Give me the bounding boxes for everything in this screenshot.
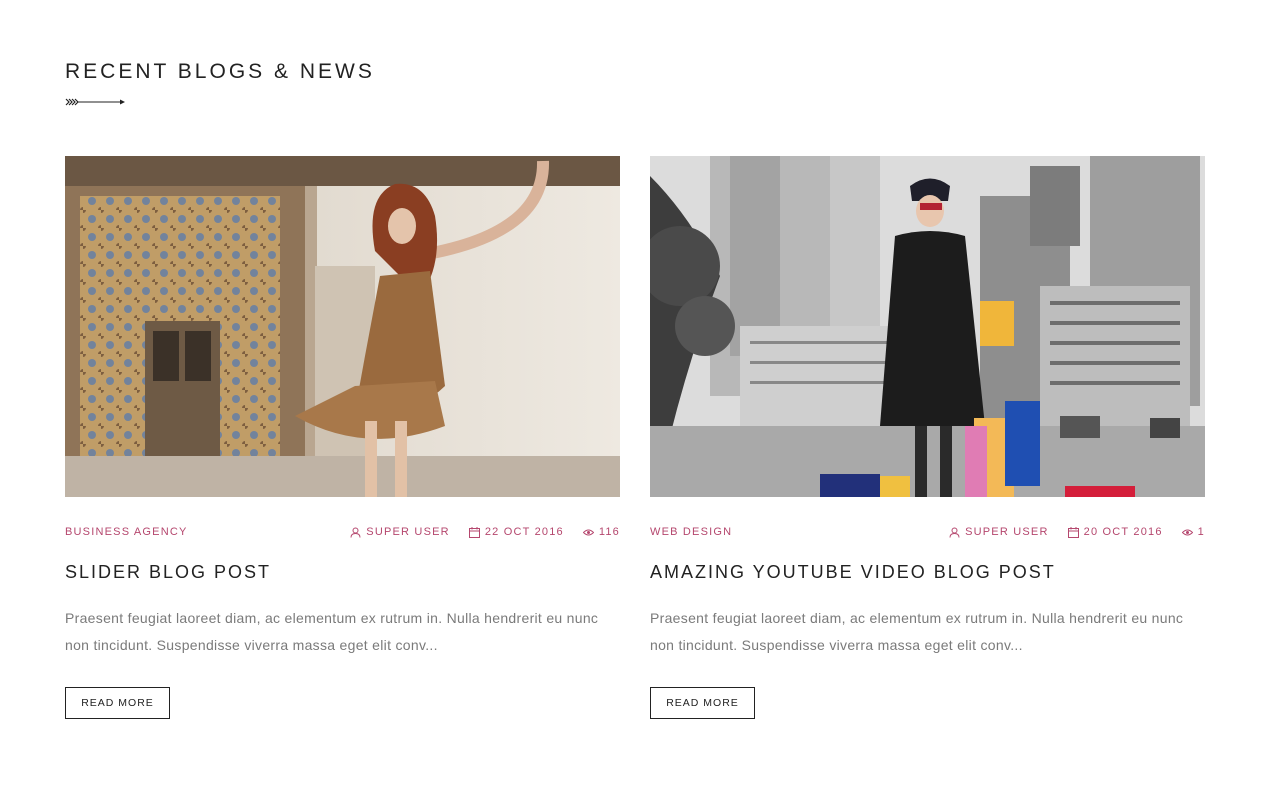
post-views: 1: [1181, 526, 1205, 538]
post-meta: BUSINESS AGENCY SUPER USER 22 OCT 2016 1…: [65, 524, 620, 540]
post-date: 20 OCT 2016: [1067, 526, 1163, 538]
post-title[interactable]: SLIDER BLOG POST: [65, 562, 620, 583]
views-count: 1: [1197, 526, 1205, 538]
date-text: 22 OCT 2016: [484, 526, 564, 538]
post-image-woman-against-wall: [65, 156, 620, 497]
post-author[interactable]: SUPER USER: [350, 526, 450, 538]
post-date: 22 OCT 2016: [468, 526, 564, 538]
eye-icon: [582, 529, 594, 535]
read-more-button[interactable]: READ MORE: [65, 687, 170, 719]
post-author[interactable]: SUPER USER: [949, 526, 1049, 538]
post-excerpt: Praesent feugiat laoreet diam, ac elemen…: [650, 610, 1184, 653]
post-thumbnail[interactable]: [65, 156, 620, 497]
blog-card: WEB DESIGN SUPER USER 20 OCT 2016 1 AMAZ…: [650, 156, 1205, 719]
user-icon: [949, 527, 960, 538]
post-title[interactable]: AMAZING YOUTUBE VIDEO BLOG POST: [650, 562, 1205, 583]
author-name: SUPER USER: [366, 526, 450, 538]
calendar-icon: [1067, 526, 1079, 538]
post-excerpt: Praesent feugiat laoreet diam, ac elemen…: [65, 610, 599, 653]
blog-card: BUSINESS AGENCY SUPER USER 22 OCT 2016 1…: [65, 156, 620, 719]
section-title: RECENT BLOGS & NEWS: [65, 60, 375, 83]
date-text: 20 OCT 2016: [1083, 526, 1163, 538]
author-name: SUPER USER: [965, 526, 1049, 538]
eye-icon: [1181, 529, 1193, 535]
arrow-decoration-icon: [65, 98, 125, 106]
post-thumbnail[interactable]: [650, 156, 1205, 497]
post-image-woman-shopping-city: [650, 156, 1205, 497]
calendar-icon: [468, 526, 480, 538]
post-meta: WEB DESIGN SUPER USER 20 OCT 2016 1: [650, 524, 1205, 540]
views-count: 116: [598, 526, 620, 538]
post-views: 116: [582, 526, 620, 538]
read-more-button[interactable]: READ MORE: [650, 687, 755, 719]
post-category[interactable]: BUSINESS AGENCY: [65, 526, 188, 538]
post-category[interactable]: WEB DESIGN: [650, 526, 732, 538]
user-icon: [350, 527, 361, 538]
